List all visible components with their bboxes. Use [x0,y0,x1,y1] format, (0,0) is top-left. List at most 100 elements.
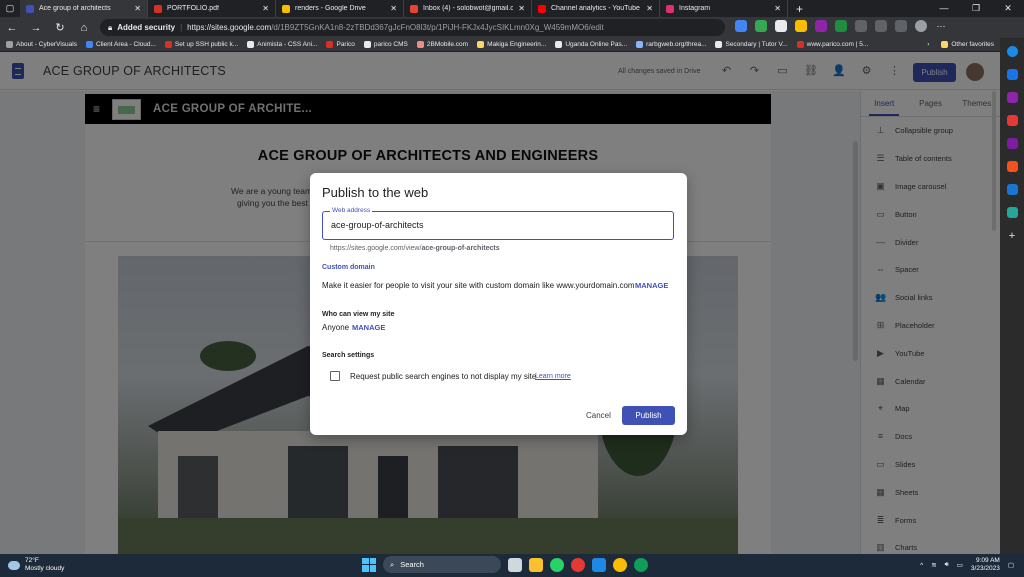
extension-icon[interactable] [735,20,747,32]
profile-avatar[interactable] [915,20,927,32]
hide-from-search-checkbox[interactable] [330,371,340,381]
dialog-title: Publish to the web [322,185,429,200]
lock-icon[interactable]: 🔒︎ [108,23,112,33]
tab-label: renders - Google Drive [295,5,366,12]
custom-domain-label: Custom domain [322,264,375,271]
tab-favicon-icon [666,4,674,13]
learn-more-link[interactable]: Learn more [535,373,571,380]
new-tab-button[interactable]: + [788,2,811,16]
bookmark-item[interactable]: Set up SSH public k... [164,41,238,48]
cancel-button[interactable]: Cancel [586,411,611,420]
office-icon[interactable] [1006,161,1018,172]
browser-tab[interactable]: PORTFOLIO.pdf ✕ [148,0,276,17]
manage-viewers-button[interactable]: MANAGE [352,323,385,332]
battery-icon[interactable]: ▭ [957,561,963,569]
bookmarks-overflow-icon[interactable]: › [927,41,929,48]
wifi-icon[interactable]: ≋ [931,561,936,569]
tab-close-icon[interactable]: ✕ [390,4,397,13]
bookmark-favicon-icon [715,41,723,48]
tab-close-icon[interactable]: ✕ [518,4,525,13]
tab-close-icon[interactable]: ✕ [774,4,781,13]
tab-close-icon[interactable]: ✕ [646,4,653,13]
taskbar: 72°F Mostly cloudy ⌕ Search ^ ≋ 🔊︎ ▭ 9:09 … [0,554,1024,577]
bookmark-favicon-icon [636,41,644,48]
hide-from-search-label[interactable]: Request public search engines to not dis… [350,372,536,381]
url-text: https://sites.google.com/d/1B9ZT5GnKA1n8… [187,23,604,32]
outlook-icon[interactable] [1006,184,1018,195]
tray-overflow-icon[interactable]: ^ [920,562,923,569]
browser-tab[interactable]: renders - Google Drive ✕ [276,0,404,17]
more-menu-icon[interactable]: ⋯ [935,20,947,32]
extension-icon[interactable] [855,20,867,32]
publish-button[interactable]: Publish [622,406,675,425]
collections-icon[interactable] [895,20,907,32]
bookmark-item[interactable]: 2BMobile.com [416,41,468,48]
tab-label: PORTFOLIO.pdf [167,5,219,12]
extension-icon[interactable] [795,20,807,32]
tab-label: Ace group of architects [39,5,111,12]
games-icon[interactable] [1006,138,1018,149]
bookmark-item[interactable]: About - CyberVisuals [6,41,77,48]
tab-actions-icon[interactable]: ▢ [0,3,20,14]
bookmark-favicon-icon [477,41,485,48]
weather-widget[interactable]: 72°F Mostly cloudy [8,557,64,573]
search-icon[interactable] [1006,69,1018,80]
extension-icon[interactable] [755,20,767,32]
shopping-icon[interactable] [1006,92,1018,103]
bookmark-favicon-icon [164,41,172,48]
drop-icon[interactable] [1006,207,1018,218]
minimize-icon[interactable]: — [928,0,960,17]
forward-icon[interactable]: → [24,22,48,34]
bookmark-item[interactable]: Uganda Online Pas... [555,41,627,48]
tab-favicon-icon [538,4,546,13]
bookmark-item[interactable]: Animista - CSS Ani... [247,41,317,48]
address-bar-row: ← → ↻ ⌂ 🔒︎ Added security | https://site… [0,17,1024,38]
bookmark-favicon-icon [247,41,255,48]
tab-close-icon[interactable]: ✕ [134,4,141,13]
extension-icon[interactable] [835,20,847,32]
browser-tab[interactable]: Instagram ✕ [660,0,788,17]
tab-label: Channel analytics - YouTube Studio [551,5,641,12]
web-address-field[interactable]: Web address [322,207,674,240]
tab-label: Inbox (4) - solobwot@gmail.com [423,5,514,12]
bing-chat-icon[interactable] [1006,46,1018,57]
file-explorer-icon[interactable] [529,557,543,572]
app-icon[interactable] [592,557,606,572]
task-view-icon[interactable] [508,557,522,572]
chrome-icon[interactable] [613,557,627,572]
tools-icon[interactable] [1006,115,1018,126]
bookmark-item[interactable]: Parico [326,41,355,48]
bookmark-item[interactable]: Client Area - Cloud... [85,41,156,48]
reload-icon[interactable]: ↻ [48,21,72,34]
home-icon[interactable]: ⌂ [72,22,96,34]
tab-close-icon[interactable]: ✕ [262,4,269,13]
extension-icon[interactable] [815,20,827,32]
extension-icon[interactable] [775,20,787,32]
close-window-icon[interactable]: ✕ [992,0,1024,17]
media-player-icon[interactable] [571,557,585,572]
other-favorites[interactable]: Other favorites [941,41,994,48]
bookmark-item[interactable]: rarbgweb.org/threa... [636,41,706,48]
bookmark-item[interactable]: www.parico.com | 5... [796,41,868,48]
notifications-icon[interactable]: ▢ [1008,561,1014,569]
restore-icon[interactable]: ❐ [960,0,992,17]
browser-tab[interactable]: Ace group of architects ✕ [20,0,148,17]
add-icon[interactable]: + [1009,230,1015,242]
taskbar-search[interactable]: ⌕ Search [383,556,501,573]
browser-tab[interactable]: Channel analytics - YouTube Studio ✕ [532,0,660,17]
start-button[interactable] [362,557,376,572]
bookmark-item[interactable]: Secondary | Tutor V... [715,41,788,48]
who-can-view-value: Anyone [322,323,350,332]
clock[interactable]: 9:09 AM 3/23/2023 [971,557,1000,573]
bookmark-item[interactable]: Makiga Engineerin... [477,41,546,48]
favorites-icon[interactable] [875,20,887,32]
volume-icon[interactable]: 🔊︎ [945,561,949,569]
browser-tab[interactable]: Inbox (4) - solobwot@gmail.com ✕ [404,0,532,17]
omnibox[interactable]: 🔒︎ Added security | https://sites.google… [100,19,725,36]
manage-custom-domain-button[interactable]: MANAGE [635,281,668,290]
bookmark-item[interactable]: parico CMS [363,41,408,48]
back-icon[interactable]: ← [0,22,24,34]
whatsapp-icon[interactable] [550,557,564,572]
web-address-input[interactable] [331,220,661,230]
edge-icon[interactable] [634,557,648,572]
